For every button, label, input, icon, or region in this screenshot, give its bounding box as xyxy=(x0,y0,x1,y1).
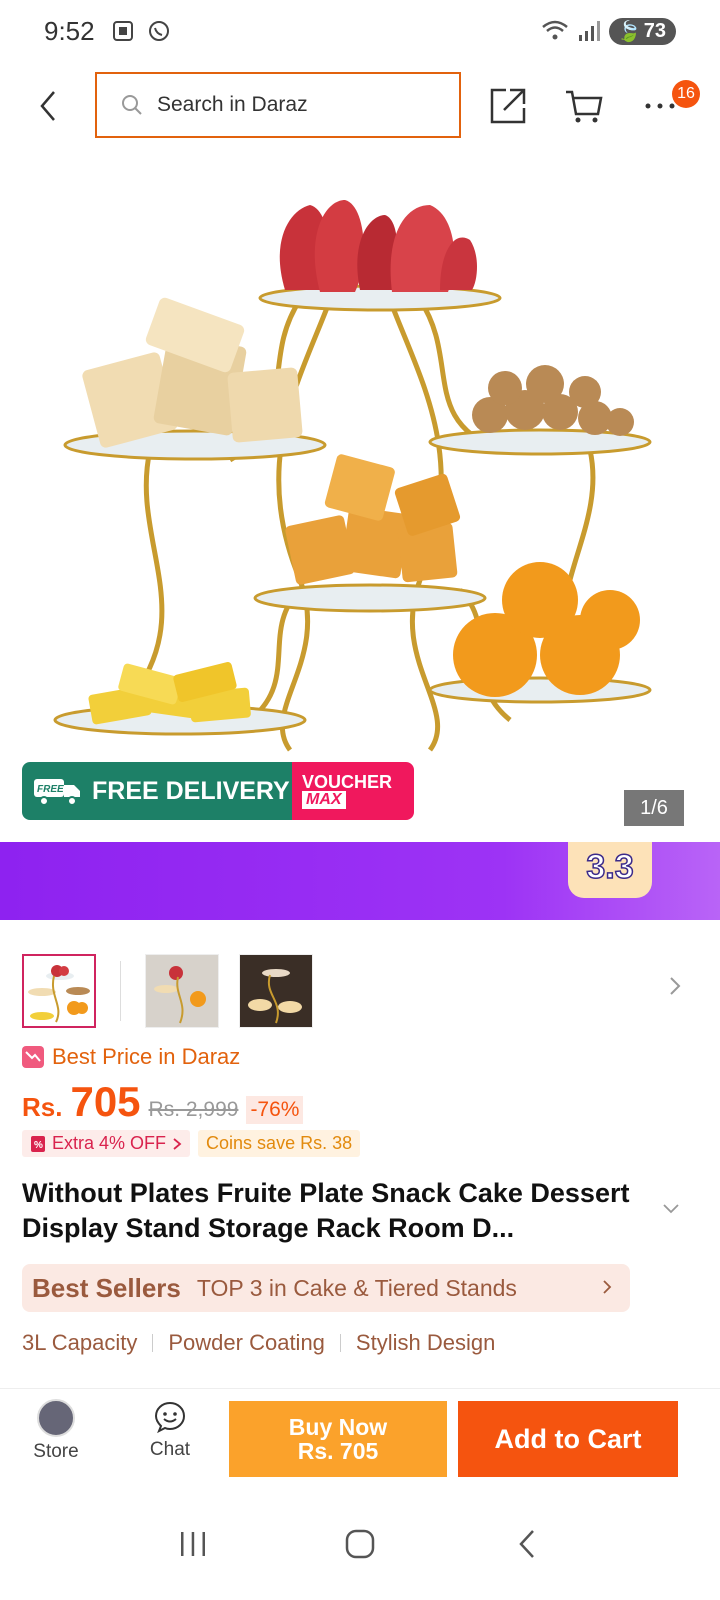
thumbnail-next-button[interactable] xyxy=(668,975,682,1004)
search-bar[interactable] xyxy=(95,72,461,138)
search-input[interactable] xyxy=(157,93,437,117)
best-price-label: Best Price in Daraz xyxy=(52,1044,241,1069)
feature-item: 3L Capacity xyxy=(22,1330,138,1355)
product-image xyxy=(53,200,652,752)
free-tag-text: FREE xyxy=(37,784,64,795)
share-button[interactable] xyxy=(484,82,532,130)
offers-row: % Extra 4% OFF Coins save Rs. 38 xyxy=(22,1130,361,1157)
buy-now-button[interactable]: Buy Now Rs. 705 xyxy=(229,1401,447,1477)
status-system-icons: 🍃 73 xyxy=(541,17,676,45)
buy-now-label: Buy Now xyxy=(288,1414,388,1440)
free-delivery-badge: FREE FREE DELIVERY xyxy=(22,762,292,820)
top-header: 16 xyxy=(0,70,720,142)
whatsapp-icon xyxy=(148,21,169,41)
back-button[interactable] xyxy=(28,84,68,128)
home-button[interactable] xyxy=(330,1514,390,1574)
status-bar: 9:52 🍃 73 xyxy=(0,0,720,62)
buy-now-price: Rs. 705 xyxy=(297,1438,379,1464)
thumbnail-strip xyxy=(22,953,702,1029)
delivery-voucher-banner: FREE FREE DELIVERY VOUCHER MAX xyxy=(22,762,414,820)
svg-text:%: % xyxy=(34,1140,43,1151)
thumbnail-image xyxy=(146,955,218,1027)
recent-apps-icon xyxy=(181,1532,206,1556)
signal-icon xyxy=(578,21,600,41)
thumbnail-divider xyxy=(120,961,121,1021)
chat-label: Chat xyxy=(149,1439,191,1460)
store-label: Store xyxy=(33,1441,79,1462)
chevron-right-icon xyxy=(670,977,681,995)
feature-highlights: 3L Capacity Powder Coating Stylish Desig… xyxy=(22,1330,495,1356)
price-currency: Rs. xyxy=(22,1092,63,1122)
best-sellers-ranking[interactable]: Best Sellers TOP 3 in Cake & Tiered Stan… xyxy=(22,1264,630,1312)
price-value: 705 xyxy=(70,1078,141,1125)
coupon-icon: % xyxy=(31,1135,45,1152)
voucher-label: VOUCHER xyxy=(302,772,393,792)
thumbnail-image xyxy=(28,965,90,1023)
system-navigation-bar xyxy=(0,1488,720,1600)
store-avatar xyxy=(37,1399,75,1437)
thumbnail-3[interactable] xyxy=(239,954,313,1028)
battery-level: 73 xyxy=(643,19,666,42)
feature-item: Powder Coating xyxy=(168,1330,325,1355)
screenshot-icon xyxy=(112,21,133,41)
image-page-counter: 1/6 xyxy=(624,790,684,826)
extra-off-coupon[interactable]: % Extra 4% OFF xyxy=(22,1130,191,1157)
cart-button[interactable] xyxy=(560,82,608,130)
wifi-icon xyxy=(542,20,568,40)
status-notification-icons xyxy=(111,19,171,43)
status-time: 9:52 xyxy=(44,15,95,46)
chevron-right-icon xyxy=(173,1137,182,1150)
battery-saver-icon: 🍃 xyxy=(616,20,642,43)
free-delivery-label: FREE DELIVERY xyxy=(92,776,290,805)
chevron-left-icon xyxy=(40,91,55,121)
campaign-banner[interactable]: 3.3 xyxy=(0,842,720,920)
thumbnail-1[interactable] xyxy=(22,954,96,1028)
add-to-cart-button[interactable]: Add to Cart xyxy=(458,1401,678,1477)
price-row: Rs. 705 Rs. 2,999 -76% xyxy=(22,1078,304,1126)
system-back-button[interactable] xyxy=(497,1514,557,1574)
chevron-down-icon xyxy=(663,1204,679,1214)
product-image-gallery[interactable]: FREE FREE DELIVERY VOUCHER MAX 1/6 xyxy=(0,160,720,840)
campaign-badge: 3.3 xyxy=(568,842,652,898)
chevron-right-icon xyxy=(602,1275,612,1301)
delivery-truck-icon: FREE xyxy=(34,779,80,806)
original-price: Rs. 2,999 xyxy=(148,1098,239,1121)
cart-icon xyxy=(566,90,603,123)
recent-apps-button[interactable] xyxy=(163,1514,223,1574)
thumbnail-image xyxy=(240,955,312,1027)
home-icon xyxy=(345,1529,375,1559)
extra-off-label: Extra 4% OFF xyxy=(52,1133,167,1153)
discount-badge: -76% xyxy=(246,1096,304,1124)
trend-down-icon xyxy=(22,1046,44,1068)
feature-item: Stylish Design xyxy=(355,1330,496,1355)
notification-badge: 16 xyxy=(672,80,700,108)
back-icon xyxy=(518,1530,534,1558)
thumbnail-2[interactable] xyxy=(145,954,219,1028)
voucher-max-badge: VOUCHER MAX xyxy=(292,762,414,820)
best-sellers-rank-text: TOP 3 in Cake & Tiered Stands xyxy=(196,1274,517,1301)
more-dots-icon xyxy=(645,103,675,109)
best-price-tag: Best Price in Daraz xyxy=(22,1044,240,1070)
search-icon xyxy=(122,95,142,115)
share-icon xyxy=(490,88,526,124)
voucher-max-label: MAX xyxy=(302,791,346,809)
feature-separator xyxy=(339,1334,341,1352)
store-button[interactable]: Store xyxy=(16,1399,96,1463)
bottom-action-bar: Store Chat Buy Now Rs. 705 Add to Cart xyxy=(0,1388,720,1488)
battery-indicator: 🍃 73 xyxy=(608,17,676,45)
product-title: Without Plates Fruite Plate Snack Cake D… xyxy=(22,1178,630,1243)
chat-button[interactable]: Chat xyxy=(130,1399,210,1461)
title-expand-button[interactable] xyxy=(662,1198,680,1221)
best-sellers-title: Best Sellers xyxy=(32,1272,181,1303)
feature-separator xyxy=(152,1334,154,1352)
coins-save-label: Coins save Rs. 38 xyxy=(198,1130,361,1157)
chat-icon xyxy=(154,1401,186,1434)
